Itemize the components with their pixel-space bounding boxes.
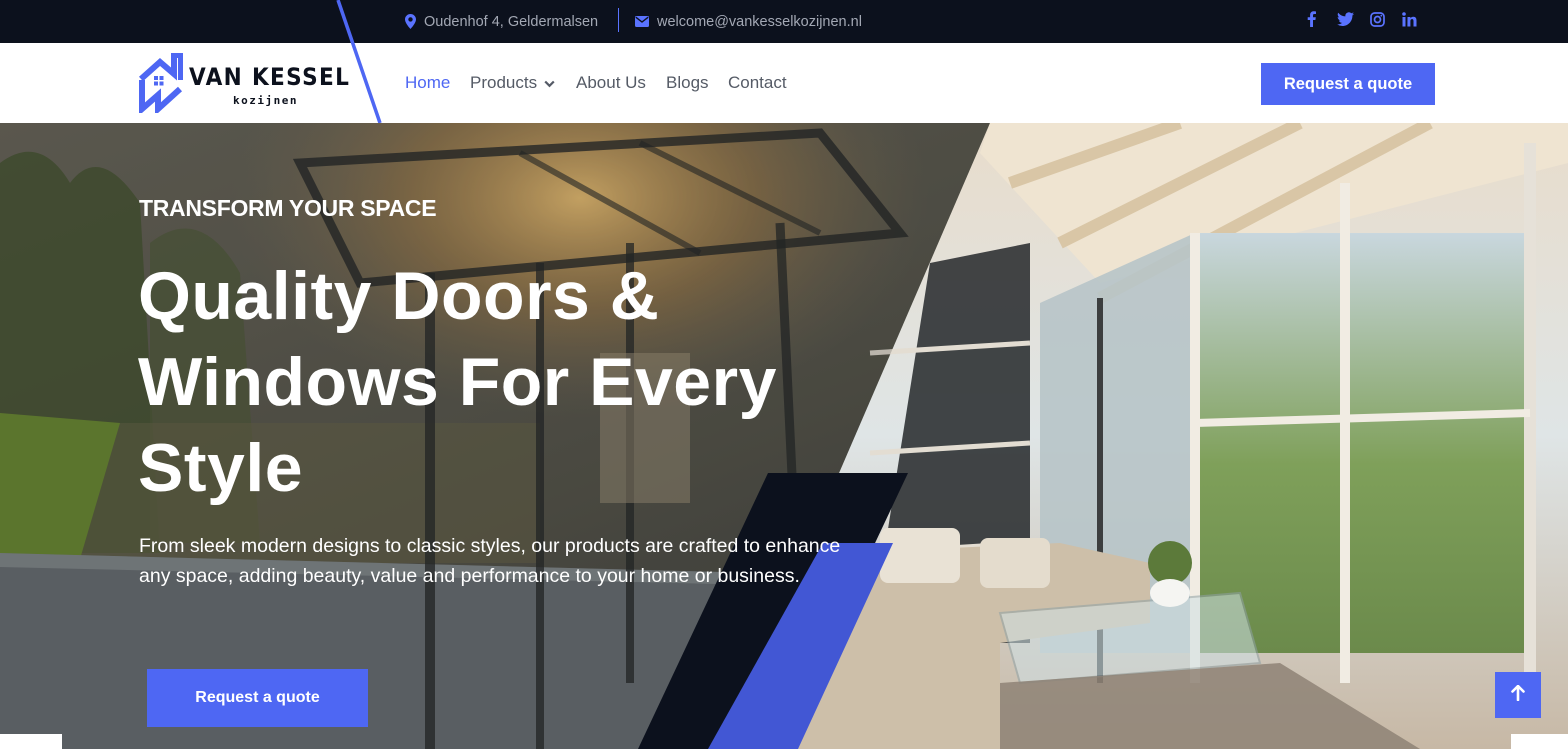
- nav-home[interactable]: Home: [405, 43, 450, 123]
- decorative-corner-left: [0, 734, 62, 749]
- decorative-corner-right: [1511, 734, 1568, 749]
- house-logo-icon: [139, 53, 183, 113]
- email-info[interactable]: welcome@vankesselkozijnen.nl: [635, 0, 862, 43]
- facebook-icon[interactable]: [1307, 0, 1316, 38]
- brand-tagline: kozijnen: [233, 94, 298, 107]
- hero-headline: Quality Doors & Windows For Every Style: [138, 258, 777, 506]
- brand-name: VAN KESSEL: [189, 63, 351, 91]
- map-pin-icon: [405, 14, 424, 29]
- address-text: Oudenhof 4, Geldermalsen: [424, 13, 599, 30]
- linkedin-icon[interactable]: [1402, 0, 1417, 38]
- nav-contact[interactable]: Contact: [728, 43, 787, 123]
- request-quote-button-hero[interactable]: Request a quote: [147, 669, 368, 727]
- brand-logo[interactable]: VAN KESSEL kozijnen: [139, 53, 349, 113]
- hero-eyebrow: TRANSFORM YOUR SPACE: [139, 195, 437, 221]
- back-to-top-button[interactable]: [1495, 672, 1541, 718]
- main-navbar: VAN KESSEL kozijnen Home Products About …: [0, 43, 1568, 123]
- top-info-bar: Oudenhof 4, Geldermalsen welcome@vankess…: [0, 0, 1568, 43]
- request-quote-button-header[interactable]: Request a quote: [1261, 63, 1435, 105]
- instagram-icon[interactable]: [1370, 0, 1385, 38]
- hero-section: TRANSFORM YOUR SPACE Quality Doors & Win…: [0, 123, 1568, 749]
- nav-blogs[interactable]: Blogs: [666, 43, 709, 123]
- nav-products-label: Products: [470, 73, 538, 92]
- arrow-up-icon: [1511, 684, 1525, 706]
- hero-description: From sleek modern designs to classic sty…: [139, 535, 841, 587]
- twitter-icon[interactable]: [1337, 0, 1354, 38]
- email-link[interactable]: welcome@vankesselkozijnen.nl: [657, 14, 862, 30]
- address-info: Oudenhof 4, Geldermalsen: [405, 0, 598, 43]
- envelope-icon: [635, 16, 657, 27]
- nav-about-us[interactable]: About Us: [576, 43, 646, 123]
- topbar-divider: [618, 8, 619, 32]
- chevron-down-icon: [537, 73, 555, 93]
- nav-products[interactable]: Products: [470, 43, 555, 123]
